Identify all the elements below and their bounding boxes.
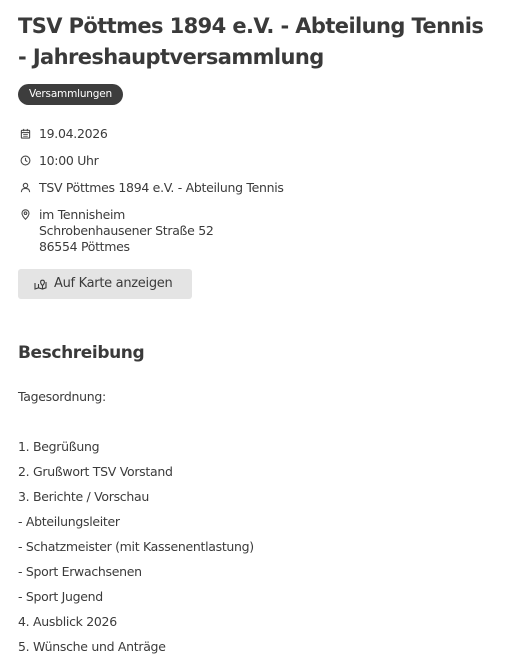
user-icon	[20, 182, 31, 193]
agenda-item: 2. Grußwort TSV Vorstand	[18, 464, 173, 479]
agenda-item: - Schatzmeister (mit Kassenentlastung)	[18, 539, 254, 554]
agenda-intro: Tagesordnung:	[18, 389, 106, 404]
event-street: Schrobenhausener Straße 52	[39, 223, 214, 238]
event-venue: im Tennisheim	[39, 207, 126, 222]
calendar-icon	[20, 128, 31, 139]
category-badge[interactable]: Versammlungen	[18, 84, 123, 105]
map-icon	[34, 278, 47, 290]
agenda-item: 4. Ausblick 2026	[18, 614, 117, 629]
event-city: 86554 Pöttmes	[39, 239, 130, 254]
event-time-value: 10:00 Uhr	[39, 153, 99, 168]
show-on-map-button[interactable]: Auf Karte anzeigen	[18, 269, 192, 299]
map-pin-icon	[20, 209, 31, 220]
show-on-map-label: Auf Karte anzeigen	[54, 276, 173, 291]
page-title: TSV Pöttmes 1894 e.V. - Abteilung Tennis…	[18, 14, 484, 69]
agenda-item: - Abteilungsleiter	[18, 514, 120, 529]
agenda-item: 1. Begrüßung	[18, 439, 100, 454]
agenda-item: - Sport Erwachsenen	[18, 564, 142, 579]
event-organizer-value[interactable]: TSV Pöttmes 1894 e.V. - Abteilung Tennis	[39, 180, 284, 196]
description-heading: Beschreibung	[18, 343, 145, 363]
agenda-item: - Sport Jugend	[18, 589, 103, 604]
event-date-value: 19.04.2026	[39, 126, 108, 141]
agenda-item: 5. Wünsche und Anträge	[18, 639, 166, 654]
agenda-list: 1. Begrüßung 2. Grußwort TSV Vorstand 3.…	[18, 434, 254, 659]
agenda-item: 3. Berichte / Vorschau	[18, 489, 149, 504]
clock-icon	[20, 155, 31, 166]
